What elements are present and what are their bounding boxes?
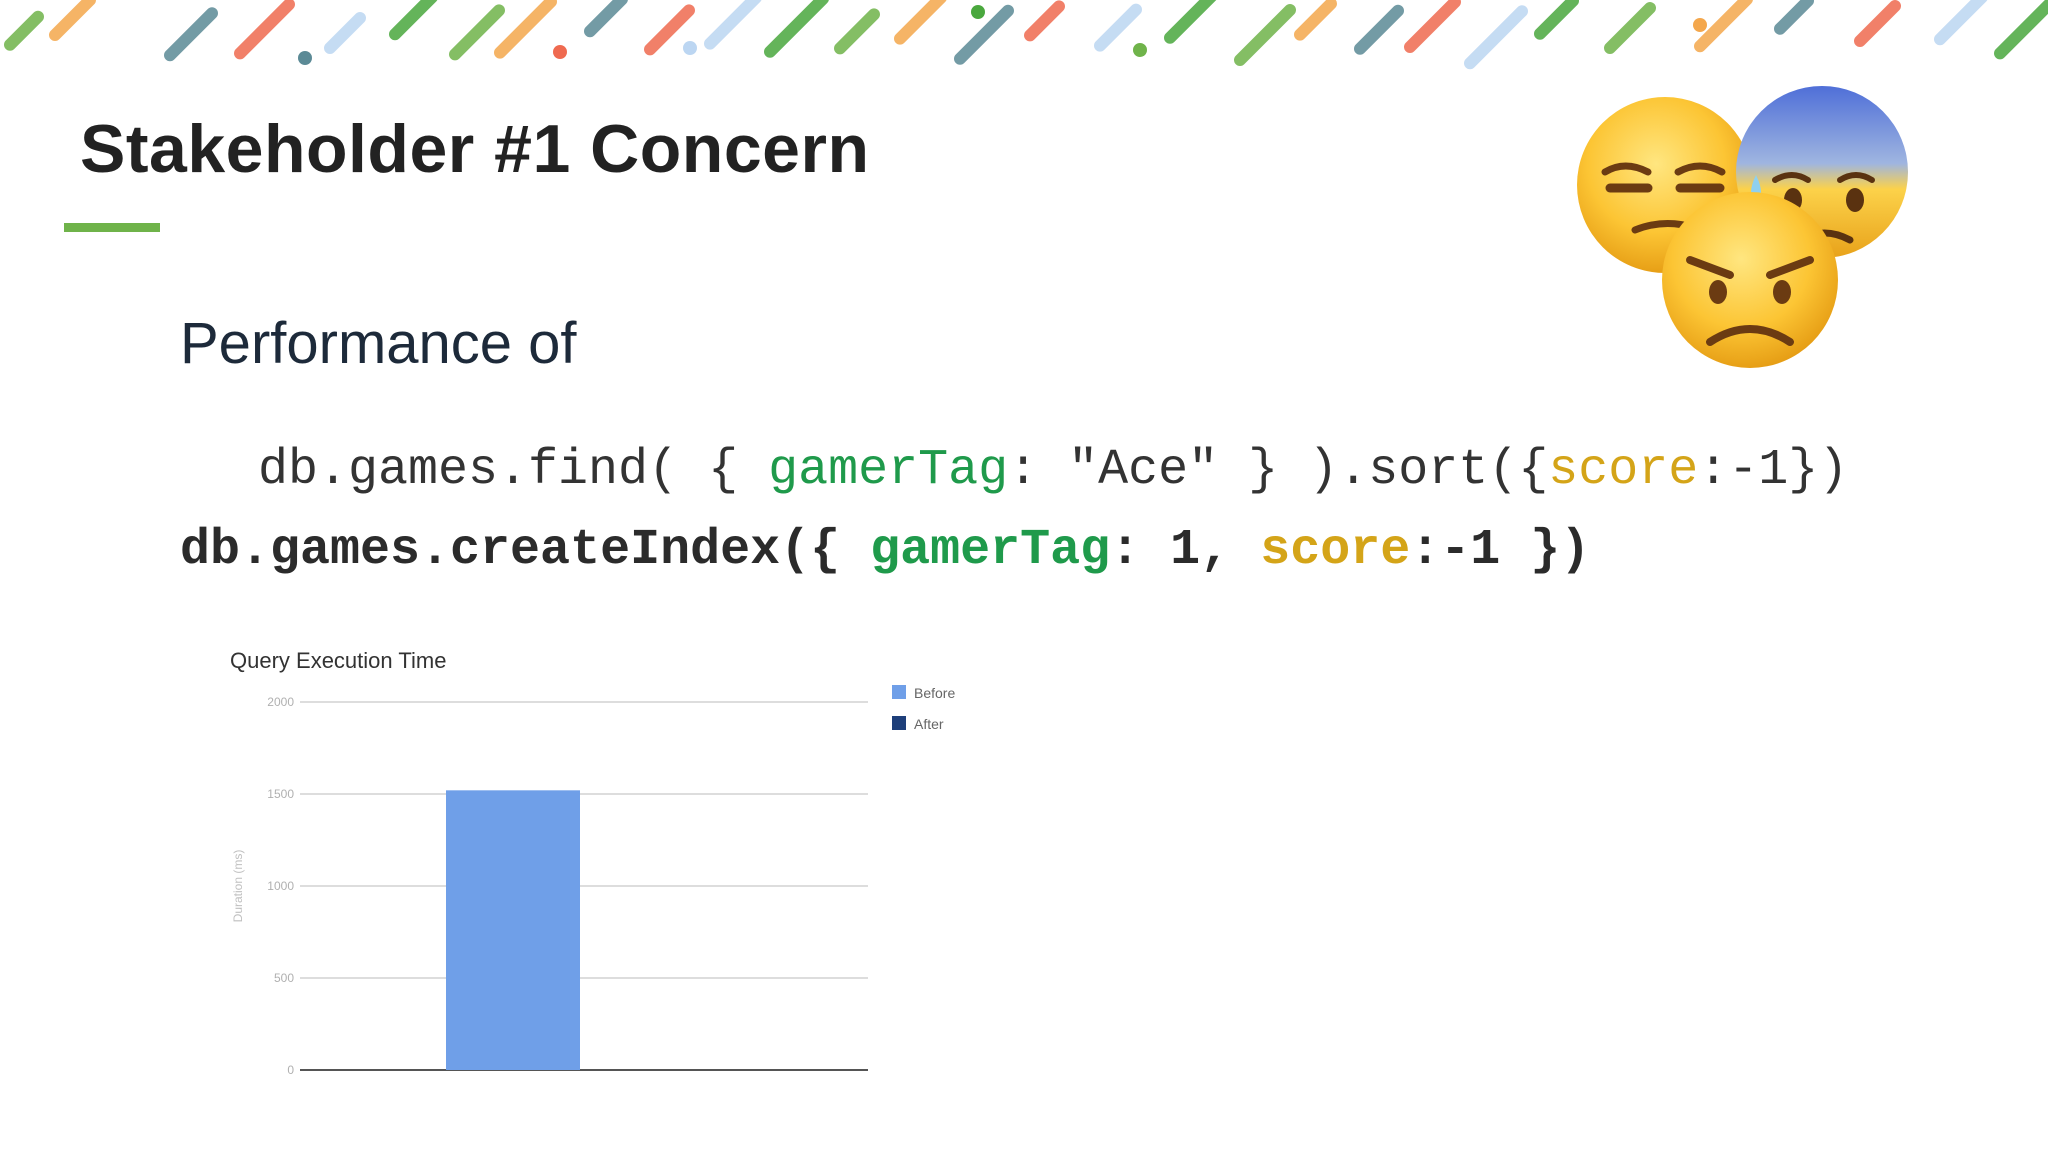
confetti-stripe [1294,0,1337,41]
confetti-stripe [1404,0,1461,53]
confetti-stripe [1464,5,1528,70]
chart-title: Query Execution Time [230,648,446,673]
legend-swatch-after [892,716,906,730]
code-token: db.games.createIndex({ [180,522,871,579]
confetti-stripe [1934,0,1988,46]
find-query-code: db.games.find( { gamerTag: "Ace" } ).sor… [258,442,1848,499]
y-tick-label: 0 [287,1063,294,1077]
confetti-dot [971,5,985,19]
confetti-stripe [1604,2,1656,54]
confetti-stripe [704,0,762,50]
y-tick-label: 2000 [267,695,294,709]
confetti-stripe [164,7,218,62]
emoji-cluster [1577,86,1908,368]
confetti-dot [1133,43,1147,57]
title-underline [64,223,160,232]
legend-swatch-before [892,685,906,699]
confetti-stripe [49,0,96,41]
confetti-stripe [894,0,947,45]
y-tick-label: 1500 [267,787,294,801]
y-tick-label: 1000 [267,879,294,893]
confetti-stripe [1854,0,1901,47]
slide-subtitle: Performance of [180,311,577,376]
confetti-stripe [1024,0,1065,42]
create-index-code: db.games.createIndex({ gamerTag: 1, scor… [180,522,1590,579]
bar-before [446,790,580,1070]
confetti-stripe [1164,0,1217,44]
code-token: db.games.find( { [258,442,769,499]
confetti-stripe [1534,0,1579,40]
confetti-stripe [834,8,880,55]
confetti-stripe [1354,4,1404,55]
confetti-dot [298,51,312,65]
confetti-stripe [764,0,829,58]
slide-title: Stakeholder #1 Concern [80,111,870,187]
code-token: :-1 }) [1410,522,1591,579]
confetti-stripe [234,0,295,60]
confetti-stripe [1774,0,1814,35]
confetti-dot [1693,18,1707,32]
slide: Stakeholder #1 Concern Performance of db… [0,0,2048,1152]
confetti-stripe [324,12,366,54]
confetti-stripe [1694,0,1753,53]
y-tick-label: 500 [274,971,294,985]
confetti-stripe [954,4,1014,65]
confetti-stripe [644,4,695,56]
code-token: : "Ace" } ).sort({ [1008,442,1549,499]
confetti-stripe [1094,3,1142,52]
confetti-stripe [584,0,628,38]
header-decoration [4,0,2048,70]
query-time-chart: Query Execution Time 0 500 1000 1500 2000 Dura… [230,648,955,1077]
code-field-gamertag: gamerTag [768,442,1009,499]
legend-label-before: Before [914,685,955,701]
confetti-dot [553,45,567,59]
code-field-score: score [1548,442,1699,499]
confetti-stripe [1234,4,1296,66]
confetti-stripe [494,0,557,59]
code-token: :-1}) [1698,442,1849,499]
code-field-gamertag: gamerTag [870,522,1111,579]
confetti-stripe [1994,0,2048,60]
code-token: : 1, [1110,522,1261,579]
y-axis-label: Duration (ms) [231,850,245,923]
confetti-dot [683,41,697,55]
code-field-score: score [1260,522,1411,579]
confetti-stripe [449,4,505,61]
legend-label-after: After [914,716,944,732]
confetti-stripe [389,0,438,41]
confetti-stripe [4,10,44,51]
pouting-face-emoji [1662,192,1838,368]
